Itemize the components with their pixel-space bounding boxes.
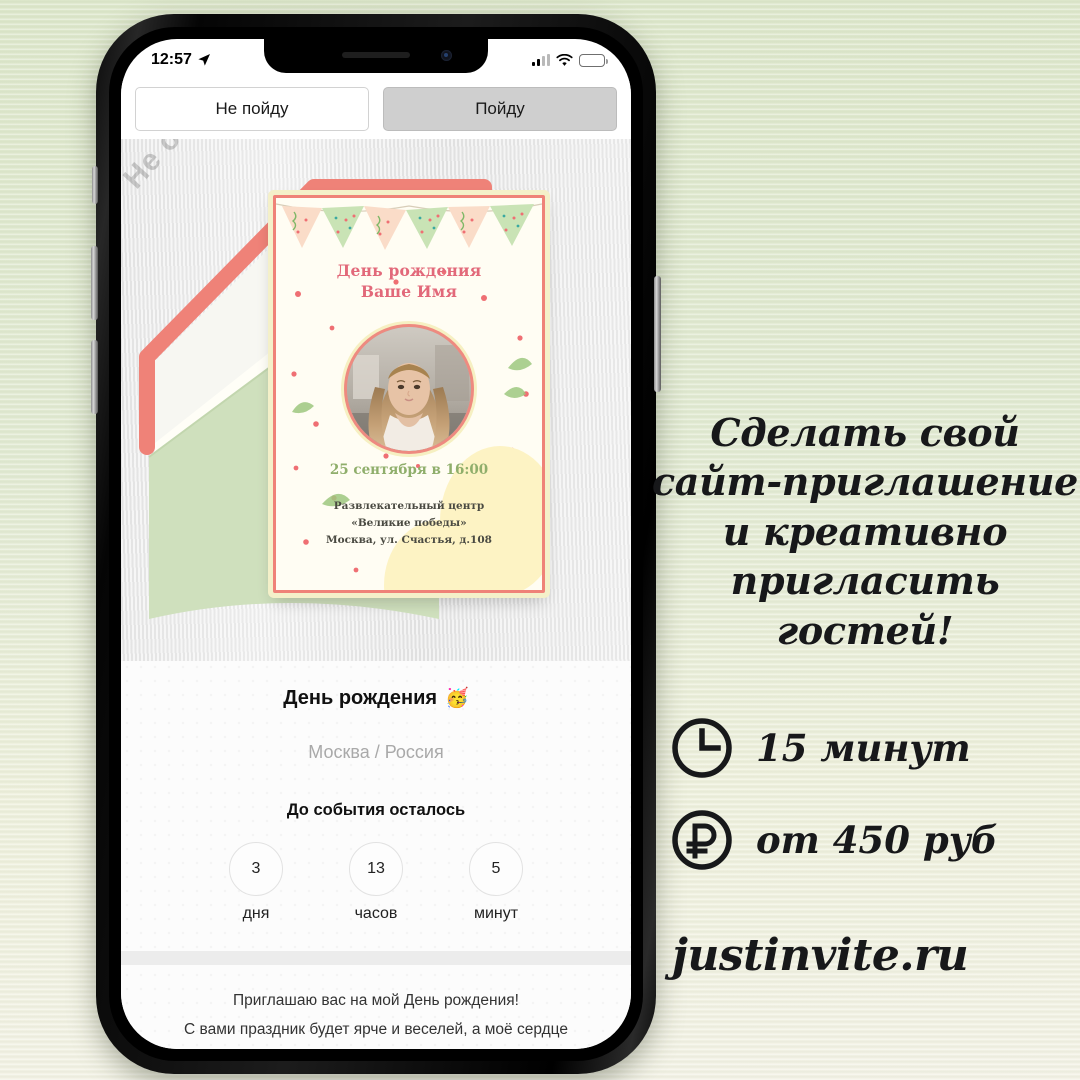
- countdown-minutes: 5 минут: [461, 842, 531, 923]
- card-title: День рождения Ваше Имя: [276, 260, 542, 303]
- promo-feature-price-label: от 450 руб: [756, 818, 998, 862]
- status-time: 12:57: [151, 51, 192, 68]
- party-face-icon: 🥳: [445, 688, 469, 709]
- promo-headline-line3: и креативно: [722, 508, 1008, 554]
- countdown-heading: До события осталось: [286, 801, 466, 819]
- phone-mockup: 12:57 Не пойду Пойду День рождения Ваше …: [91, 14, 661, 1074]
- bunting-garland: [276, 198, 542, 256]
- clock-icon: [672, 718, 732, 778]
- countdown-days-label: дня: [242, 905, 270, 922]
- volume-up-button[interactable]: [91, 246, 98, 320]
- tab-not-going[interactable]: Не пойду: [135, 87, 369, 131]
- silent-switch[interactable]: [92, 166, 98, 204]
- promo-panel: Сделать свой сайт-приглашение и креативн…: [650, 0, 1080, 1080]
- tab-going[interactable]: Пойду: [383, 87, 617, 131]
- earpiece-speaker: [342, 52, 410, 58]
- wifi-icon: [556, 53, 573, 66]
- countdown-minutes-label: минут: [473, 905, 519, 922]
- promo-feature-time: 15 минут: [670, 716, 971, 780]
- countdown-timer: 3 дня 13 часов 5 минут: [121, 842, 631, 923]
- card-title-line1: День рождения: [336, 261, 482, 280]
- event-title-row: День рождения 🥳: [121, 687, 631, 710]
- card-venue-line1: Развлекательный центр: [333, 500, 485, 512]
- countdown-minutes-value: 5: [469, 842, 523, 896]
- status-bar-right: [532, 53, 608, 67]
- phone-bezel: 12:57 Не пойду Пойду День рождения Ваше …: [109, 27, 643, 1061]
- promo-headline: Сделать свой сайт-приглашение и креативн…: [650, 408, 1080, 655]
- invitation-message: Приглашаю вас на мой День рождения! С ва…: [121, 965, 631, 1049]
- countdown-hours: 13 часов: [341, 842, 411, 923]
- card-venue: Развлекательный центр «Великие победы» М…: [276, 498, 542, 549]
- card-portrait-photo: [344, 324, 474, 454]
- card-event-date: 25 сентября в 16:00: [329, 462, 489, 478]
- event-title: День рождения: [283, 687, 438, 709]
- countdown-days-value: 3: [229, 842, 283, 896]
- card-venue-line3: Москва, ул. Счастья, д.108: [326, 534, 492, 546]
- front-camera-icon: [441, 50, 452, 61]
- invitation-message-line1: Приглашаю вас на мой День рождения!: [233, 992, 519, 1009]
- invitation-message-line2: С вами праздник будет ярче и веселей, а …: [184, 1020, 568, 1038]
- countdown-hours-label: часов: [354, 905, 398, 922]
- status-bar-left: 12:57: [151, 51, 211, 69]
- battery-icon: [579, 53, 608, 67]
- countdown-hours-value: 13: [349, 842, 403, 896]
- phone-screen: 12:57 Не пойду Пойду День рождения Ваше …: [121, 39, 631, 1049]
- event-details-section: День рождения 🥳 Москва / Россия До событ…: [121, 661, 631, 1049]
- invitation-card[interactable]: День рождения Ваше Имя 25 сентября в 16:…: [273, 195, 545, 593]
- promo-feature-price: от 450 руб: [670, 808, 998, 872]
- location-arrow-icon: [198, 54, 210, 66]
- event-location: Москва / Россия: [308, 742, 444, 762]
- promo-url[interactable]: justinvite.ru: [672, 930, 969, 981]
- section-divider: [121, 951, 631, 965]
- promo-headline-line4: пригласить гостей!: [730, 558, 1000, 653]
- cellular-signal-icon: [532, 54, 550, 66]
- promo-headline-line1: Сделать свой: [710, 410, 1020, 455]
- volume-down-button[interactable]: [91, 340, 98, 414]
- notch: [264, 39, 488, 73]
- rsvp-tab-bar: Не пойду Пойду: [121, 81, 631, 139]
- countdown-days: 3 дня: [221, 842, 291, 923]
- invitation-hero: День рождения Ваше Имя 25 сентября в 16:…: [121, 139, 631, 661]
- promo-feature-time-label: 15 минут: [756, 726, 971, 770]
- card-venue-line2: «Великие победы»: [351, 517, 467, 529]
- promo-headline-line2: сайт-приглашение: [651, 459, 1079, 505]
- card-title-line2: Ваше Имя: [360, 282, 458, 302]
- ruble-icon: [672, 810, 732, 870]
